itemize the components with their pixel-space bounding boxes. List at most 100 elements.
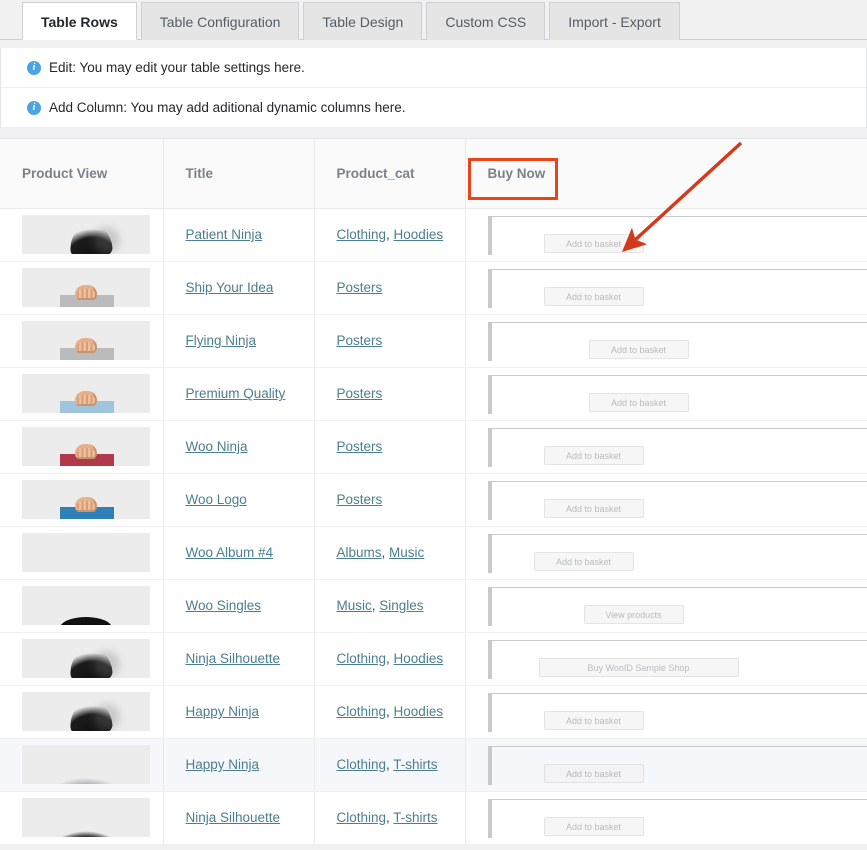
category-link[interactable]: T-shirts: [393, 810, 437, 825]
add-to-cart-button[interactable]: Add to basket: [544, 234, 644, 253]
column-header-buy-now[interactable]: Buy Now: [465, 139, 867, 208]
add-to-cart-button[interactable]: Add to basket: [544, 446, 644, 465]
thumbnail-shape: [69, 223, 113, 254]
category-link[interactable]: Clothing: [337, 651, 387, 666]
category-link[interactable]: Music: [337, 598, 372, 613]
category-link[interactable]: Hoodies: [394, 651, 444, 666]
product-title-link[interactable]: Ninja Silhouette: [186, 810, 281, 825]
product-title-link[interactable]: Happy Ninja: [186, 757, 260, 772]
category-link[interactable]: Posters: [337, 386, 383, 401]
info-icon: i: [27, 61, 41, 75]
category-link[interactable]: Clothing: [337, 757, 387, 772]
product-title-link[interactable]: Ship Your Idea: [186, 280, 274, 295]
add-to-cart-button[interactable]: Add to basket: [544, 817, 644, 836]
tab-custom-css[interactable]: Custom CSS: [426, 2, 545, 40]
cell-product-cat: Clothing, T-shirts: [314, 791, 465, 844]
category-link[interactable]: T-shirts: [393, 757, 437, 772]
buy-now-widget: View products: [488, 587, 867, 626]
category-link[interactable]: Singles: [379, 598, 423, 613]
cell-buy-now: Add to basket: [465, 314, 867, 367]
product-title-link[interactable]: Woo Logo: [186, 492, 247, 507]
cell-product-cat: Clothing, T-shirts: [314, 738, 465, 791]
product-title-link[interactable]: Woo Singles: [186, 598, 262, 613]
product-title-link[interactable]: Patient Ninja: [186, 227, 263, 242]
category-separator: ,: [386, 227, 394, 242]
tab-bar: Table RowsTable ConfigurationTable Desig…: [0, 0, 867, 40]
product-title-link[interactable]: Flying Ninja: [186, 333, 257, 348]
table-row[interactable]: Premium Quality Posters Add to basket: [0, 367, 867, 420]
table-row[interactable]: Patient Ninja Clothing, Hoodies Add to bas…: [0, 208, 867, 261]
category-link[interactable]: Posters: [337, 439, 383, 454]
cell-product-view: [0, 526, 163, 579]
column-header-title[interactable]: Title: [163, 139, 314, 208]
product-title-link[interactable]: Premium Quality: [186, 386, 286, 401]
product-title-link[interactable]: Woo Album #4: [186, 545, 274, 560]
cell-title: Ship Your Idea: [163, 261, 314, 314]
tab-table-rows[interactable]: Table Rows: [22, 2, 137, 40]
cell-product-cat: Albums, Music: [314, 526, 465, 579]
product-thumbnail: [22, 639, 150, 678]
thumbnail-shape: [75, 338, 97, 353]
add-to-cart-button[interactable]: Add to basket: [589, 340, 689, 359]
product-title-link[interactable]: Woo Ninja: [186, 439, 248, 454]
buy-now-widget: Add to basket: [488, 481, 867, 520]
table-row[interactable]: Happy NinjaClothing, HoodiesAdd to baske…: [0, 685, 867, 738]
table-row[interactable]: Flying Ninja Posters Add to basket: [0, 314, 867, 367]
column-header-product-cat[interactable]: Product_cat: [314, 139, 465, 208]
tab-table-design[interactable]: Table Design: [303, 2, 422, 40]
buy-now-widget: Buy WooID Sample Shop: [488, 640, 867, 679]
table-row[interactable]: Woo Album #4 Albums, Music Add to basket: [0, 526, 867, 579]
cell-product-cat: Posters: [314, 261, 465, 314]
tab-import-export[interactable]: Import - Export: [549, 2, 680, 40]
cell-title: Woo Album #4: [163, 526, 314, 579]
cell-buy-now: Add to basket: [465, 420, 867, 473]
table-row[interactable]: Ninja Silhouette Clothing, T-shirts Add to…: [0, 791, 867, 844]
category-link[interactable]: Hoodies: [394, 227, 444, 242]
category-link[interactable]: Hoodies: [394, 704, 444, 719]
tab-table-configuration[interactable]: Table Configuration: [141, 2, 300, 40]
category-link[interactable]: Posters: [337, 492, 383, 507]
add-to-cart-button[interactable]: Add to basket: [589, 393, 689, 412]
product-title-link[interactable]: Happy Ninja: [186, 704, 260, 719]
category-link[interactable]: Albums: [337, 545, 382, 560]
app-screen: Table RowsTable ConfigurationTable Desig…: [0, 0, 867, 850]
category-separator: ,: [386, 651, 394, 666]
thumbnail-shape: [69, 700, 113, 731]
category-link[interactable]: Posters: [337, 333, 383, 348]
table-row[interactable]: Ninja Silhouette Clothing, Hoodies Buy Woo…: [0, 632, 867, 685]
add-to-cart-button[interactable]: Add to basket: [534, 552, 634, 571]
table-row[interactable]: Happy Ninja Clothing, T-shirts Add to bask…: [0, 738, 867, 791]
column-header-product-view[interactable]: Product View: [0, 139, 163, 208]
product-title-link[interactable]: Ninja Silhouette: [186, 651, 281, 666]
product-thumbnail: [22, 745, 150, 784]
add-to-cart-button[interactable]: Add to basket: [544, 287, 644, 306]
product-thumbnail: [22, 692, 150, 731]
category-link[interactable]: Clothing: [337, 227, 387, 242]
cell-product-view: [0, 738, 163, 791]
cell-title: Woo Singles: [163, 579, 314, 632]
add-to-cart-button[interactable]: View products: [584, 605, 684, 624]
table-row[interactable]: Woo SinglesMusic, SinglesView products: [0, 579, 867, 632]
category-link[interactable]: Clothing: [337, 704, 387, 719]
table-row[interactable]: Ship Your Idea Posters Add to basket: [0, 261, 867, 314]
add-to-cart-button[interactable]: Add to basket: [544, 711, 644, 730]
notice-1: iAdd Column: You may add aditional dynam…: [1, 88, 866, 128]
add-to-cart-button[interactable]: Add to basket: [544, 499, 644, 518]
category-link[interactable]: Clothing: [337, 810, 387, 825]
notice-text: Add Column: You may add aditional dynami…: [49, 100, 405, 115]
add-to-cart-button[interactable]: Buy WooID Sample Shop: [539, 658, 739, 677]
buy-now-widget: Add to basket: [488, 799, 867, 838]
category-link[interactable]: Posters: [337, 280, 383, 295]
cell-buy-now: View products: [465, 579, 867, 632]
table-row[interactable]: Woo Logo Posters Add to basket: [0, 473, 867, 526]
product-thumbnail: [22, 321, 150, 360]
add-to-cart-button[interactable]: Add to basket: [544, 764, 644, 783]
cell-buy-now: Add to basket: [465, 473, 867, 526]
product-thumbnail: [22, 586, 150, 625]
category-link[interactable]: Music: [389, 545, 424, 560]
buy-now-widget: Add to basket: [488, 693, 867, 732]
cell-buy-now: Add to basket: [465, 791, 867, 844]
buy-now-widget: Add to basket: [488, 322, 867, 361]
cell-product-cat: Posters: [314, 473, 465, 526]
table-row[interactable]: Woo Ninja Posters Add to basket: [0, 420, 867, 473]
